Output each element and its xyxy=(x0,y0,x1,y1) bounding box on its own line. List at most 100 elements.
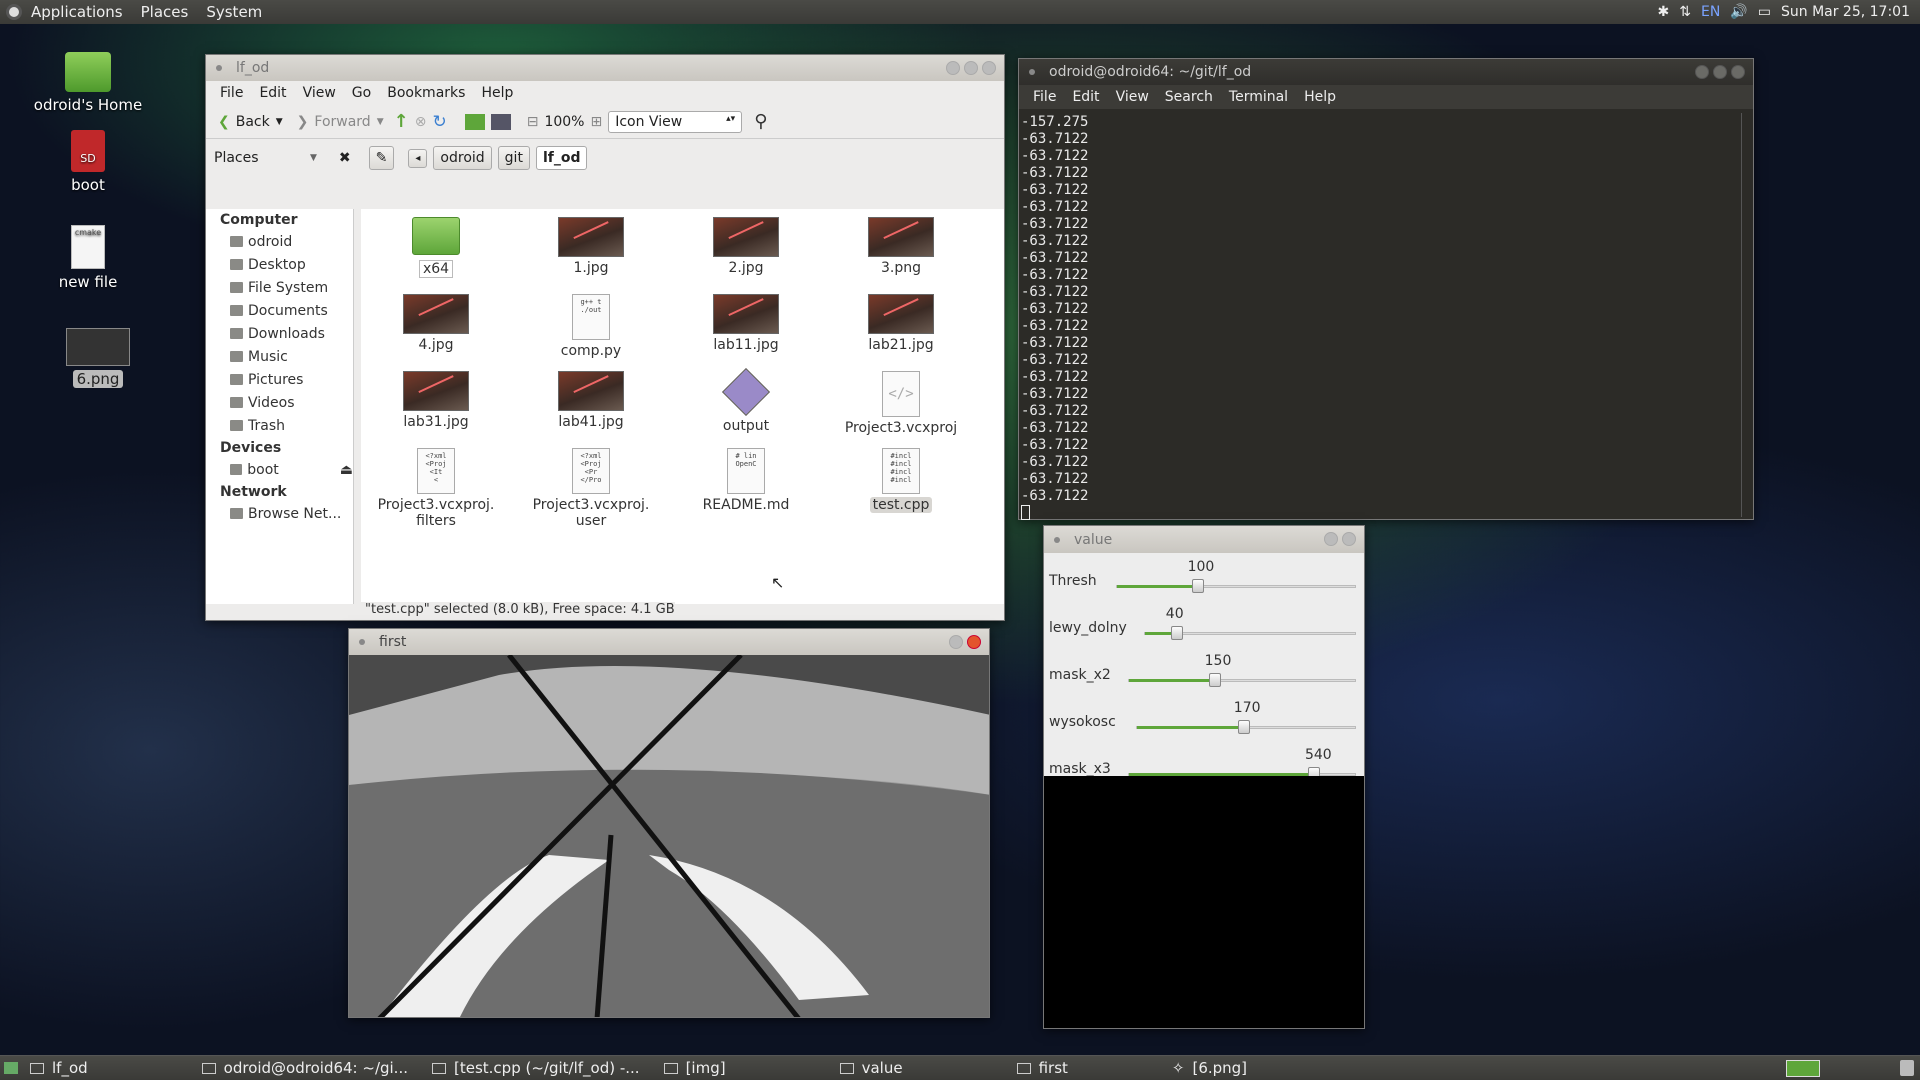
menu-bookmarks[interactable]: Bookmarks xyxy=(379,85,473,101)
forward-button[interactable]: ❯ Forward ▼ xyxy=(293,111,388,133)
file-item[interactable]: #incl #incl #incl #incl test.cpp xyxy=(826,448,976,513)
eject-icon[interactable]: ⏏ xyxy=(340,462,353,478)
up-arrow-icon[interactable]: ↑ xyxy=(394,111,409,132)
computer-icon[interactable] xyxy=(490,113,511,130)
places-dropdown[interactable]: Places xyxy=(214,150,304,166)
file-item[interactable]: x64 xyxy=(361,217,511,278)
task-img[interactable]: [img] xyxy=(652,1056,738,1080)
slider-handle[interactable] xyxy=(1170,626,1183,640)
sidebar-item-trash[interactable]: Trash xyxy=(206,414,353,437)
file-item[interactable]: lab41.jpg xyxy=(516,371,666,430)
close-button[interactable] xyxy=(967,635,981,649)
terminal-scrollbar[interactable] xyxy=(1741,113,1751,517)
file-item[interactable]: lab31.jpg xyxy=(361,371,511,430)
sidebar-item-videos[interactable]: Videos xyxy=(206,391,353,414)
window-menu-icon[interactable] xyxy=(359,639,365,645)
close-sidebar-icon[interactable]: ✖ xyxy=(339,150,351,166)
window-titlebar[interactable]: value xyxy=(1044,526,1364,553)
volume-icon[interactable]: 🔊 xyxy=(1730,4,1747,20)
minimize-button[interactable] xyxy=(1324,532,1338,546)
file-item[interactable]: # lin OpenC README.md xyxy=(671,448,821,513)
sidebar-item-desktop[interactable]: Desktop xyxy=(206,253,353,276)
file-item[interactable]: lab11.jpg xyxy=(671,294,821,353)
slider-track[interactable] xyxy=(1144,626,1356,640)
keyboard-layout-indicator[interactable]: EN xyxy=(1701,4,1720,20)
sidebar-item-downloads[interactable]: Downloads xyxy=(206,322,353,345)
file-item[interactable]: 2.jpg xyxy=(671,217,821,276)
menu-help[interactable]: Help xyxy=(473,85,521,101)
sidebar-item-odroid[interactable]: odroid xyxy=(206,230,353,253)
file-item[interactable]: 3.png xyxy=(826,217,976,276)
file-item[interactable]: 1.jpg xyxy=(516,217,666,276)
file-item[interactable]: </> Project3.vcxproj xyxy=(826,371,976,436)
edit-location-icon[interactable]: ✎ xyxy=(368,146,395,170)
close-button[interactable] xyxy=(1731,65,1745,79)
menu-applications[interactable]: Applications xyxy=(22,3,132,21)
maximize-button[interactable] xyxy=(964,61,978,75)
chevron-down-icon[interactable]: ▼ xyxy=(377,117,384,127)
sidebar-item-documents[interactable]: Documents xyxy=(206,299,353,322)
breadcrumb-lf-od[interactable]: lf_od xyxy=(535,146,588,170)
window-menu-icon[interactable] xyxy=(1029,69,1035,75)
desktop-icon-boot[interactable]: SD boot xyxy=(28,130,148,194)
file-item[interactable]: g++ t ./out comp.py xyxy=(516,294,666,359)
sidebar-item-music[interactable]: Music xyxy=(206,345,353,368)
trash-icon[interactable] xyxy=(1900,1060,1914,1076)
sidebar-item-boot[interactable]: boot ⏏ xyxy=(206,458,353,481)
sidebar-item-browse-network[interactable]: Browse Net... xyxy=(206,502,353,525)
reload-icon[interactable]: ↻ xyxy=(432,112,446,132)
menu-help[interactable]: Help xyxy=(1296,89,1344,105)
zoom-in-icon[interactable]: ⊞ xyxy=(590,114,602,130)
ubuntu-logo-icon[interactable] xyxy=(6,4,22,20)
minimize-button[interactable] xyxy=(946,61,960,75)
workspace-switcher[interactable] xyxy=(1786,1060,1820,1077)
close-button[interactable] xyxy=(1342,532,1356,546)
menu-places[interactable]: Places xyxy=(132,3,198,21)
slider-handle[interactable] xyxy=(1208,673,1221,687)
file-item[interactable]: <?xml <Proj <It < Project3.vcxproj. filte… xyxy=(361,448,511,529)
slider-handle[interactable] xyxy=(1237,720,1250,734)
menu-terminal[interactable]: Terminal xyxy=(1221,89,1296,105)
task-file-manager[interactable]: lf_od xyxy=(18,1056,100,1080)
menu-search[interactable]: Search xyxy=(1157,89,1221,105)
breadcrumb-back-icon[interactable]: ◂ xyxy=(408,148,428,168)
battery-icon[interactable]: ▭ xyxy=(1758,4,1771,20)
window-menu-icon[interactable] xyxy=(216,65,222,71)
chevron-down-icon[interactable]: ▼ xyxy=(276,117,283,127)
desktop-icon-6png[interactable]: 6.png xyxy=(38,328,158,388)
task-value[interactable]: value xyxy=(828,1056,915,1080)
close-button[interactable] xyxy=(982,61,996,75)
bluetooth-icon[interactable]: ✱ xyxy=(1658,4,1670,20)
window-titlebar[interactable]: lf_od xyxy=(206,55,1004,81)
desktop-icon-home[interactable]: odroid's Home xyxy=(28,52,148,114)
task-editor[interactable]: [test.cpp (~/git/lf_od) -... xyxy=(420,1056,652,1080)
menu-view[interactable]: View xyxy=(295,85,344,101)
file-item[interactable]: output xyxy=(671,367,821,434)
window-menu-icon[interactable] xyxy=(1054,536,1060,543)
minimize-button[interactable] xyxy=(1695,65,1709,79)
view-mode-select[interactable]: Icon View ▴▾ xyxy=(608,110,743,133)
task-6png[interactable]: ✧ [6.png] xyxy=(1160,1056,1259,1080)
window-titlebar[interactable]: odroid@odroid64: ~/git/lf_od xyxy=(1019,59,1753,85)
menu-go[interactable]: Go xyxy=(344,85,379,101)
sidebar-item-file-system[interactable]: File System xyxy=(206,276,353,299)
slider-track[interactable] xyxy=(1116,579,1356,593)
stop-icon[interactable]: ⊗ xyxy=(415,114,427,130)
search-icon[interactable]: ⚲ xyxy=(754,111,767,132)
sidebar-item-pictures[interactable]: Pictures xyxy=(206,368,353,391)
menu-file[interactable]: File xyxy=(212,85,251,101)
chevron-down-icon[interactable]: ▼ xyxy=(310,153,317,163)
network-icon[interactable]: ⇅ xyxy=(1679,4,1691,20)
home-icon[interactable] xyxy=(464,113,485,130)
task-terminal[interactable]: odroid@odroid64: ~/gi... xyxy=(190,1056,420,1080)
terminal-output[interactable]: -157.275 -63.7122 -63.7122 -63.7122 -63.7122… xyxy=(1019,111,1753,520)
back-button[interactable]: ❮ Back ▼ xyxy=(214,111,287,133)
breadcrumb-git[interactable]: git xyxy=(497,146,530,170)
slider-track[interactable] xyxy=(1136,720,1356,734)
maximize-button[interactable] xyxy=(1713,65,1727,79)
window-titlebar[interactable]: first xyxy=(349,629,989,655)
show-desktop-icon[interactable] xyxy=(4,1062,18,1074)
menu-edit[interactable]: Edit xyxy=(251,85,294,101)
file-item[interactable]: lab21.jpg xyxy=(826,294,976,353)
clock[interactable]: Sun Mar 25, 17:01 xyxy=(1781,4,1910,20)
